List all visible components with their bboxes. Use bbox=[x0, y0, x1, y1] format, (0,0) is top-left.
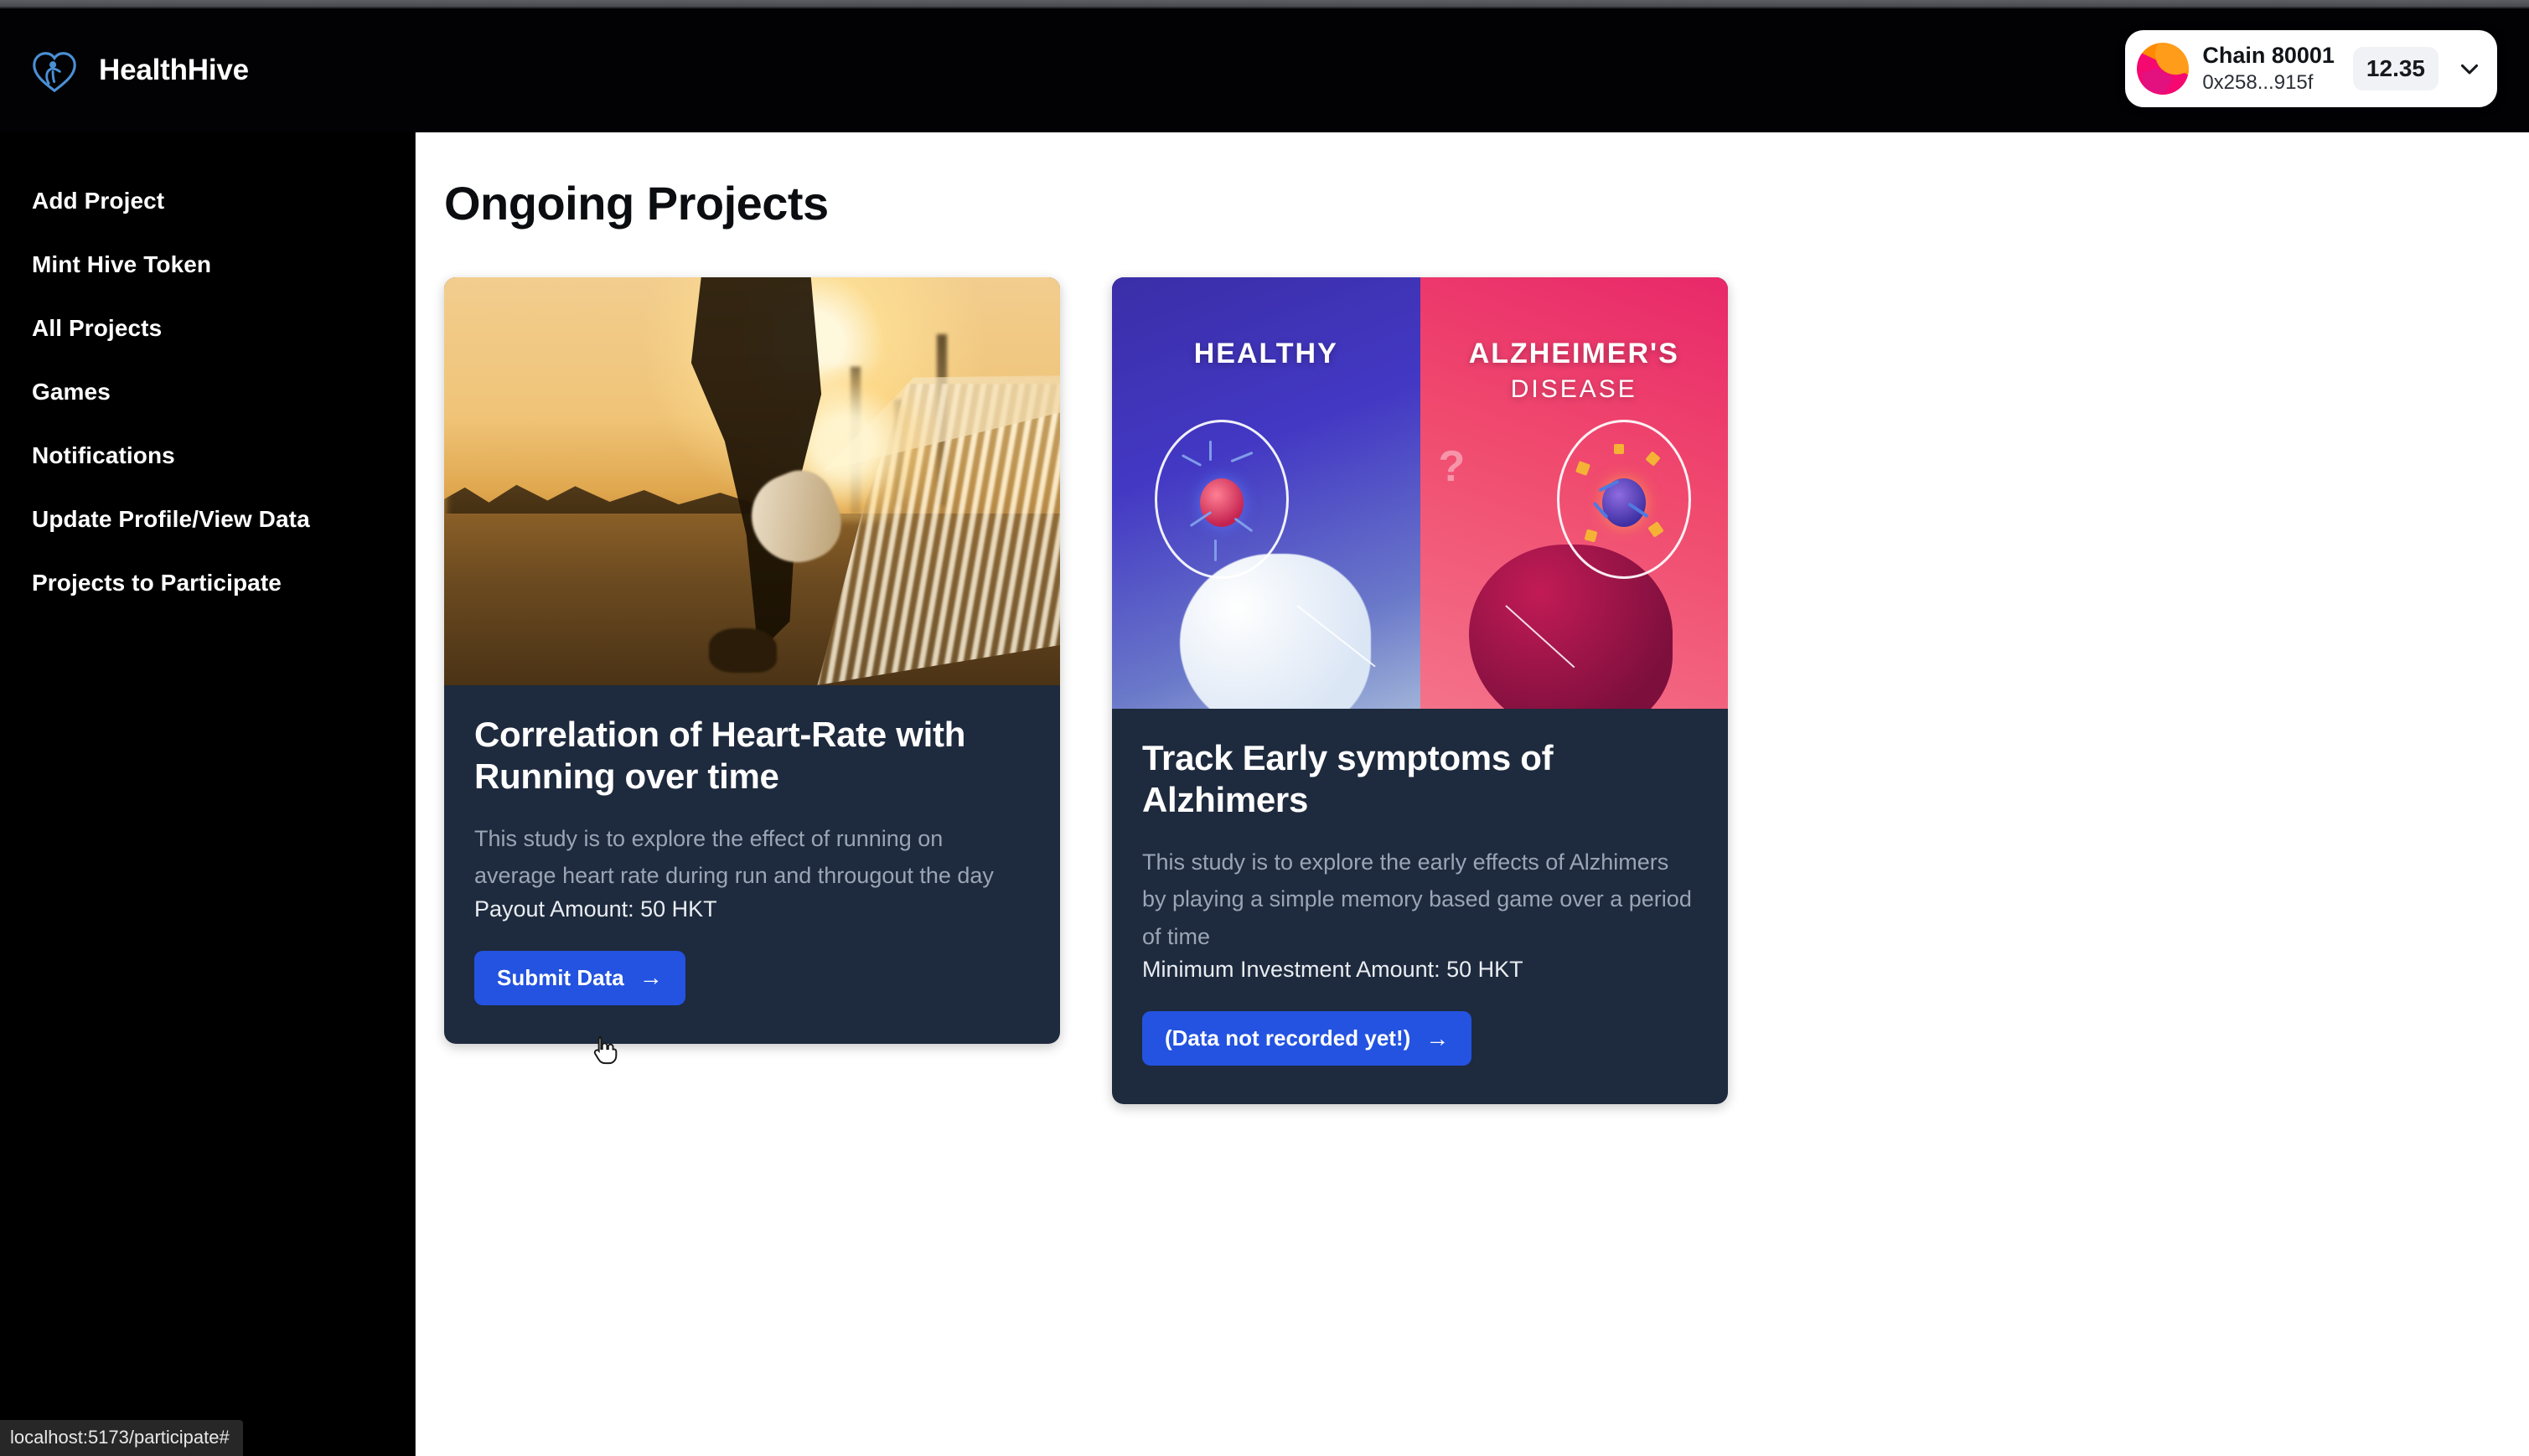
card-body: Correlation of Heart-Rate with Running o… bbox=[444, 685, 1060, 1044]
sidebar-item-notifications[interactable]: Notifications bbox=[0, 424, 415, 488]
browser-chrome-strip bbox=[0, 0, 2529, 8]
brand[interactable]: HealthHive bbox=[28, 44, 249, 96]
sidebar-item-projects-participate[interactable]: Projects to Participate bbox=[0, 551, 415, 615]
data-not-recorded-button-label: (Data not recorded yet!) bbox=[1165, 1025, 1411, 1051]
chevron-down-icon[interactable] bbox=[2455, 54, 2484, 83]
card-title: Correlation of Heart-Rate with Running o… bbox=[474, 715, 966, 797]
wallet-balance[interactable]: 12.35 bbox=[2352, 47, 2438, 90]
submit-data-button[interactable]: Submit Data → bbox=[474, 950, 685, 1005]
sidebar-item-all-projects[interactable]: All Projects bbox=[0, 297, 415, 360]
data-not-recorded-button[interactable]: (Data not recorded yet!) → bbox=[1142, 1011, 1472, 1066]
submit-data-button-label: Submit Data bbox=[497, 964, 624, 990]
arrow-right-icon: → bbox=[1425, 1025, 1450, 1051]
wallet-chain-label: Chain 80001 bbox=[2202, 43, 2335, 69]
card-amount: Minimum Investment Amount: 50 HKT bbox=[1142, 957, 1523, 983]
card-body: Track Early symptoms of Alzhimers This s… bbox=[1112, 709, 1728, 1104]
card-amount: Payout Amount: 50 HKT bbox=[474, 896, 717, 922]
healthy-vs-alzheimers-illustration: ? HEALTHY ALZHEIMER'S DISEASE bbox=[1112, 277, 1728, 709]
sidebar: Add Project Mint Hive Token All Projects… bbox=[0, 132, 416, 1456]
project-card-alzheimers[interactable]: ? HEALTHY ALZHEIMER'S DISEASE Track Earl… bbox=[1112, 277, 1728, 1105]
status-bar-url: localhost:5173/participate# bbox=[0, 1420, 243, 1456]
app-header: HealthHive Chain 80001 0x258...915f 12.3… bbox=[0, 8, 2529, 132]
heart-person-logo-icon bbox=[33, 52, 76, 93]
arrow-right-icon: → bbox=[639, 964, 663, 991]
healthy-neuron-magnifier-icon bbox=[1155, 419, 1290, 579]
question-mark-icon: ? bbox=[1438, 441, 1466, 491]
wallet-button[interactable]: Chain 80001 0x258...915f 12.35 bbox=[2125, 30, 2497, 107]
illustration-label-healthy: HEALTHY bbox=[1193, 338, 1338, 370]
brand-name: HealthHive bbox=[99, 54, 249, 86]
sidebar-item-games[interactable]: Games bbox=[0, 360, 415, 424]
illustration-label-alzheimers-line1: ALZHEIMER'S bbox=[1468, 338, 1679, 370]
illustration-label-alzheimers-line2: DISEASE bbox=[1510, 375, 1637, 404]
sidebar-item-mint-hive-token[interactable]: Mint Hive Token bbox=[0, 233, 415, 297]
sick-neuron-magnifier-icon bbox=[1556, 419, 1691, 579]
sidebar-item-update-profile[interactable]: Update Profile/View Data bbox=[0, 488, 415, 551]
page-title: Ongoing Projects bbox=[444, 177, 829, 230]
project-card-heart-rate[interactable]: Correlation of Heart-Rate with Running o… bbox=[444, 277, 1060, 1044]
runner-sunset-photo bbox=[444, 277, 1060, 685]
app-window: HealthHive Chain 80001 0x258...915f 12.3… bbox=[0, 8, 2529, 1456]
card-description: This study is to explore the effect of r… bbox=[474, 825, 994, 889]
project-card-list: Correlation of Heart-Rate with Running o… bbox=[444, 277, 2529, 1105]
illustration-label-alzheimers: ALZHEIMER'S DISEASE bbox=[1420, 338, 1729, 404]
wallet-address-label: 0x258...915f bbox=[2202, 71, 2314, 95]
wallet-info: Chain 80001 0x258...915f bbox=[2202, 43, 2335, 95]
card-title: Track Early symptoms of Alzhimers bbox=[1142, 738, 1554, 820]
main-content: Ongoing Projects Correlation of Heart-Ra… bbox=[416, 132, 2529, 1456]
wallet-avatar-icon bbox=[2137, 43, 2190, 95]
sidebar-item-add-project[interactable]: Add Project bbox=[0, 169, 415, 233]
card-description: This study is to explore the early effec… bbox=[1142, 849, 1692, 949]
